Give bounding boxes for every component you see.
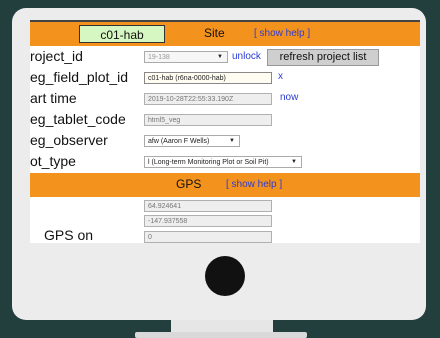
veg-field-plot-id-label: eg_field_plot_id <box>30 69 129 85</box>
site-section-title: Site <box>204 26 225 40</box>
unlock-link[interactable]: unlock <box>232 51 261 62</box>
chevron-down-icon: ▼ <box>291 159 297 165</box>
clear-plot-id-link[interactable]: x <box>278 71 283 82</box>
veg-observer-select[interactable]: afw (Aaron F Wells) ▼ <box>144 135 240 147</box>
gps-section-header: GPS [ show help ] <box>30 173 420 197</box>
refresh-project-list-button[interactable]: refresh project list <box>267 49 379 66</box>
project-id-label: roject_id <box>30 48 83 64</box>
gps-longitude-input[interactable]: -147.937558 <box>144 215 272 227</box>
site-show-help-link[interactable]: [ show help ] <box>254 28 310 39</box>
plot-type-value: l (Long-term Monitoring Plot or Soil Pit… <box>148 159 269 166</box>
veg-observer-label: eg_observer <box>30 132 108 148</box>
project-id-select[interactable]: 19-138 ▼ <box>144 51 228 63</box>
gps-section-title: GPS <box>176 177 202 191</box>
veg-observer-row: eg_observer afw (Aaron F Wells) ▼ <box>30 130 420 151</box>
start-time-input[interactable]: 2019-10-28T22:55:33.190Z <box>144 93 272 105</box>
site-section-header: c01-hab Site [ show help ] <box>30 22 420 46</box>
veg-field-plot-id-row: eg_field_plot_id c01-hab (r6na-0000-hab)… <box>30 67 420 88</box>
veg-tablet-code-input[interactable]: html5_veg <box>144 114 272 126</box>
now-link[interactable]: now <box>280 92 298 103</box>
monitor-stand-base <box>135 332 307 338</box>
veg-tablet-code-row: eg_tablet_code html5_veg <box>30 109 420 130</box>
chevron-down-icon: ▼ <box>229 138 235 144</box>
app-screen: c01-hab Site [ show help ] roject_id 19-… <box>30 20 420 243</box>
gps-on-label: GPS on <box>44 227 94 243</box>
plot-type-row: ot_type l (Long-term Monitoring Plot or … <box>30 151 420 172</box>
gps-latitude-input[interactable]: 64.924641 <box>144 200 272 212</box>
veg-tablet-code-label: eg_tablet_code <box>30 111 126 127</box>
start-time-row: art time 2019-10-28T22:55:33.190Z now <box>30 88 420 109</box>
start-time-label: art time <box>30 90 77 106</box>
plot-type-select[interactable]: l (Long-term Monitoring Plot or Soil Pit… <box>144 156 302 168</box>
chevron-down-icon: ▼ <box>217 54 223 60</box>
veg-observer-value: afw (Aaron F Wells) <box>148 138 210 145</box>
gps-show-help-link[interactable]: [ show help ] <box>226 179 282 190</box>
power-button-icon[interactable] <box>205 256 245 296</box>
project-id-row: roject_id 19-138 ▼ unlock refresh projec… <box>30 46 420 67</box>
project-id-value: 19-138 <box>148 54 170 61</box>
gps-third-input[interactable]: 0 <box>144 231 272 243</box>
plot-type-label: ot_type <box>30 153 76 169</box>
site-code-badge: c01-hab <box>79 25 165 43</box>
veg-field-plot-id-input[interactable]: c01-hab (r6na-0000-hab) <box>144 72 272 84</box>
